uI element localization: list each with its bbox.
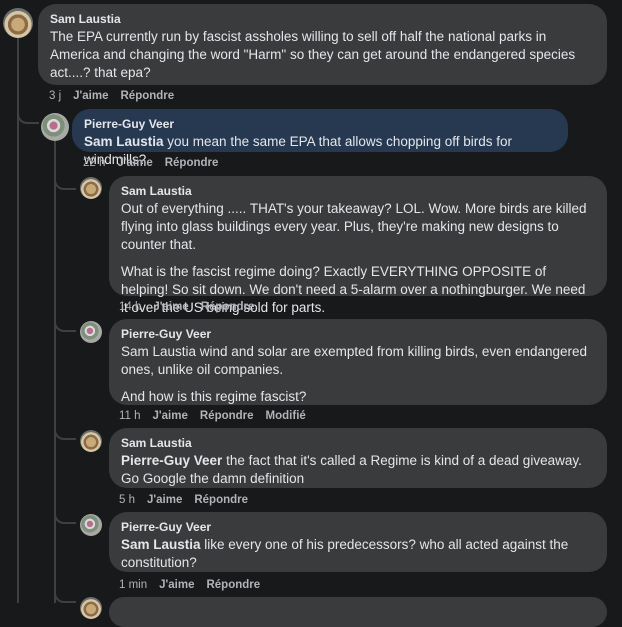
- thread-line-sub: [54, 138, 56, 603]
- comment-actions: 3 j J'aime Répondre: [49, 89, 186, 103]
- thread-line-branch-2: [54, 168, 76, 190]
- avatar-sam-laustia-icon[interactable]: [3, 8, 33, 38]
- like-button[interactable]: J'aime: [159, 579, 194, 591]
- comment-bubble-highlighted: Pierre-Guy Veer Sam Laustia you mean the…: [72, 109, 568, 167]
- comment-time[interactable]: 3 j: [49, 90, 61, 102]
- reply-button[interactable]: Répondre: [206, 579, 260, 591]
- comment-author[interactable]: Pierre-Guy Veer: [84, 117, 556, 132]
- like-button[interactable]: J'aime: [73, 90, 108, 102]
- mention-link[interactable]: Sam Laustia: [121, 537, 201, 552]
- thread-line-branch-3: [54, 312, 76, 332]
- like-button[interactable]: J'aime: [147, 494, 182, 506]
- comment-actions: 14 h J'aime Répondre: [119, 300, 266, 314]
- comment-text: Sam Laustia wind and solar are exempted …: [121, 344, 588, 377]
- comment-bubble: Pierre-Guy Veer Sam Laustia wind and sol…: [109, 319, 607, 405]
- comment-actions: 11 h J'aime Répondre Modifié: [119, 409, 318, 423]
- like-button[interactable]: J'aime: [153, 301, 188, 313]
- like-button[interactable]: J'aime: [117, 157, 152, 169]
- edited-label[interactable]: Modifié: [266, 410, 306, 422]
- mention-link[interactable]: Pierre-Guy Veer: [121, 453, 222, 468]
- comment-bubble: Sam Laustia The EPA currently run by fas…: [38, 4, 607, 85]
- comment-time[interactable]: 5 h: [119, 494, 135, 506]
- avatar-sam-laustia-icon[interactable]: [80, 177, 102, 199]
- comment-time[interactable]: 22 h: [83, 157, 105, 169]
- comment-time[interactable]: 1 min: [119, 579, 147, 591]
- avatar-pierre-guy-veer-icon[interactable]: [41, 113, 69, 141]
- reply-button[interactable]: Répondre: [121, 90, 175, 102]
- comment-bubble-partial: [109, 597, 607, 627]
- thread-line-main: [17, 38, 19, 603]
- comment-actions: 1 min J'aime Répondre: [119, 578, 272, 592]
- comment-author[interactable]: Pierre-Guy Veer: [121, 327, 595, 342]
- thread-line-branch-5: [54, 504, 76, 524]
- comment-bubble: Sam Laustia Out of everything ..... THAT…: [109, 176, 607, 315]
- comment-text: The EPA currently run by fascist asshole…: [50, 29, 576, 80]
- reply-button[interactable]: Répondre: [165, 157, 219, 169]
- comment-text: Pierre-Guy Veer the fact that it's calle…: [121, 453, 582, 486]
- comment-time[interactable]: 11 h: [119, 410, 141, 422]
- avatar-sam-laustia-icon[interactable]: [80, 430, 102, 452]
- comment-bubble: Sam Laustia Pierre-Guy Veer the fact tha…: [109, 428, 607, 488]
- like-button[interactable]: J'aime: [153, 410, 188, 422]
- thread-line-branch-6: [54, 590, 76, 603]
- comment-text: And how is this regime fascist?: [121, 389, 307, 404]
- thread-line-branch-4: [54, 420, 76, 440]
- avatar-partial-icon[interactable]: [80, 597, 102, 619]
- comment-author[interactable]: Sam Laustia: [50, 12, 595, 27]
- thread-line-branch: [17, 104, 39, 124]
- comment-text: Out of everything ..... THAT's your take…: [121, 201, 587, 252]
- reply-button[interactable]: Répondre: [201, 301, 255, 313]
- avatar-pierre-guy-veer-icon[interactable]: [80, 321, 102, 343]
- reply-button[interactable]: Répondre: [200, 410, 254, 422]
- comment-time[interactable]: 14 h: [119, 301, 141, 313]
- comment-author[interactable]: Sam Laustia: [121, 436, 595, 451]
- comment-actions: 22 h J'aime Répondre: [83, 156, 230, 170]
- comment-bubble: Pierre-Guy Veer Sam Laustia like every o…: [109, 512, 607, 572]
- comment-text: Sam Laustia like every one of his predec…: [121, 537, 569, 570]
- comment-author[interactable]: Sam Laustia: [121, 184, 595, 199]
- avatar-pierre-guy-veer-icon[interactable]: [80, 514, 102, 536]
- comment-author[interactable]: Pierre-Guy Veer: [121, 520, 595, 535]
- comment-actions: 5 h J'aime Répondre: [119, 493, 260, 507]
- reply-button[interactable]: Répondre: [194, 494, 248, 506]
- mention-link[interactable]: Sam Laustia: [84, 134, 164, 149]
